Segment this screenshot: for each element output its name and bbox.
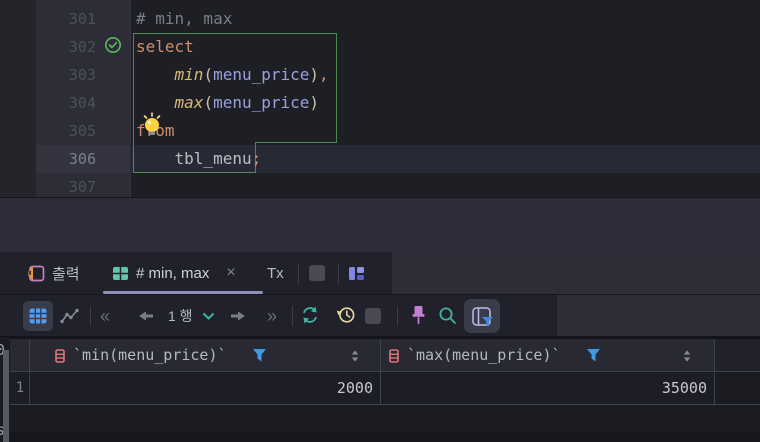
pin-icon[interactable] [410, 305, 427, 326]
paren: ) [309, 93, 320, 112]
paren: ( [203, 65, 214, 84]
line-number: 303 [68, 66, 96, 84]
panel-splitter-band[interactable] [0, 197, 760, 252]
history-icon[interactable] [336, 305, 356, 325]
code-line-301[interactable]: # min, max [136, 5, 232, 33]
results-tab-bar: 출력 # min, max × Tx [0, 252, 760, 295]
sort-arrows-icon[interactable] [683, 350, 691, 362]
line-number: 301 [68, 10, 96, 28]
page-select-chevron-icon[interactable] [202, 312, 215, 321]
row-number[interactable]: 1 [10, 372, 30, 405]
active-tab-underline [103, 291, 263, 294]
table-view-button[interactable] [23, 301, 53, 331]
tab-tx-label: Tx [267, 264, 284, 282]
tab-result-min-max[interactable]: # min, max × [112, 252, 236, 294]
line-number: 305 [68, 122, 96, 140]
separator [397, 306, 398, 326]
separator [338, 263, 339, 284]
datagrip-window: 301 302 303 304 305 306 307 # min, max s… [0, 0, 760, 442]
sort-arrows-icon[interactable] [351, 350, 359, 362]
refresh-icon[interactable] [300, 305, 320, 325]
vertical-scrollbar[interactable] [3, 350, 9, 442]
next-page-icon[interactable] [230, 310, 246, 322]
editor-left-strip [0, 0, 36, 197]
sql-column: menu_price [213, 65, 310, 84]
line-number: 304 [68, 94, 96, 112]
column-name: `min(menu_price)` [73, 346, 227, 364]
sql-comment: # min, max [136, 9, 233, 28]
sql-column: menu_price [213, 93, 310, 112]
column-icon [55, 349, 65, 363]
sql-function: max [174, 93, 204, 112]
sql-function: min [174, 65, 204, 84]
tab-close-icon[interactable]: × [226, 264, 235, 282]
tab-result-label: # min, max [136, 264, 210, 282]
last-page-button[interactable]: » [267, 303, 277, 329]
table-view-icon [29, 308, 47, 324]
search-icon[interactable] [438, 306, 457, 325]
sql-keyword: select [136, 37, 194, 56]
row-number-header [10, 339, 30, 372]
stop-icon[interactable] [365, 308, 381, 324]
sql-table-name: tbl_menu [174, 149, 252, 168]
table-grid-icon [113, 266, 128, 280]
separator [292, 306, 293, 326]
header-filler [715, 339, 760, 372]
filter-panel-button[interactable] [464, 299, 500, 333]
filter-panel-icon [471, 306, 493, 326]
sql-editor[interactable]: 301 302 303 304 305 306 307 # min, max s… [0, 0, 760, 197]
separator [90, 306, 91, 326]
grid-line [380, 339, 381, 405]
paren: ( [203, 93, 214, 112]
grid-line [714, 339, 715, 405]
grid-line [10, 371, 760, 372]
layout-view-icon[interactable] [348, 265, 365, 282]
cell-min-value[interactable]: 2000 [30, 372, 381, 405]
code-line-306[interactable]: tbl_menu; [136, 145, 262, 173]
row-filler [715, 372, 760, 405]
inactive-stop-icon[interactable] [309, 265, 325, 281]
grid-line [29, 339, 30, 405]
first-page-button[interactable]: « [100, 303, 110, 329]
grid-bottom-strip [10, 432, 760, 442]
previous-page-icon[interactable] [138, 310, 154, 322]
tab-output[interactable]: 출력 [26, 252, 80, 294]
column-header-min[interactable]: `min(menu_price)` [30, 339, 381, 372]
paren: ) [309, 65, 320, 84]
separator [298, 263, 299, 284]
cell-max-value[interactable]: 35000 [381, 372, 715, 405]
results-toolbar: « 1 행 » [0, 295, 760, 337]
tab-tx[interactable]: Tx [267, 252, 284, 294]
column-header-max[interactable]: `max(menu_price)` [381, 339, 715, 372]
intention-lightbulb-icon[interactable] [139, 112, 165, 138]
column-name: `max(menu_price)` [407, 346, 561, 364]
comma: , [319, 65, 329, 84]
code-line-302[interactable]: select [136, 33, 194, 61]
tab-output-label: 출력 [52, 265, 80, 283]
filter-funnel-icon[interactable] [252, 348, 267, 363]
results-data-grid: 0 s `min(menu_price)` [0, 337, 760, 442]
code-line-303[interactable]: min(menu_price), [136, 61, 329, 89]
line-number: 302 [68, 38, 96, 56]
chart-view-icon[interactable] [60, 307, 80, 325]
semicolon: ; [251, 149, 262, 168]
console-output-icon [28, 265, 45, 281]
row-indicator[interactable]: 1 행 [168, 308, 193, 324]
execution-success-icon[interactable] [104, 36, 122, 54]
filter-funnel-icon[interactable] [586, 348, 601, 363]
line-number-current: 306 [68, 150, 96, 168]
column-icon [389, 349, 399, 363]
